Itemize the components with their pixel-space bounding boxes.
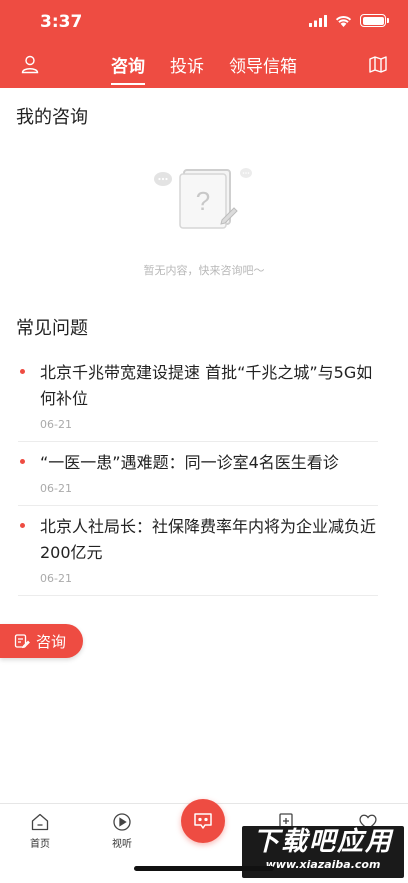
consult-button-label: 咨询 [36,632,67,651]
empty-state-text: 暂无内容，快来咨询吧～ [143,264,265,277]
status-icons [309,14,389,27]
consult-button[interactable]: 咨询 [0,624,83,658]
faq-item-date: 06-21 [40,418,72,431]
home-icon [31,813,49,831]
home-indicator [134,866,274,871]
tab-consult[interactable]: 咨询 [111,52,145,85]
message-icon [194,813,212,829]
tab-complaint[interactable]: 投诉 [170,52,204,83]
faq-item-date: 06-21 [40,572,72,585]
map-icon[interactable] [368,54,388,74]
faq-item-date: 06-21 [40,482,72,495]
tab-leader-mailbox[interactable]: 领导信箱 [229,52,297,83]
signal-icon [309,14,327,27]
faq-item[interactable]: 北京人社局长：社保降费率年内将为企业减负近200亿元 06-21 [18,506,378,596]
faq-item[interactable]: “一医一患”遇难题：同一诊室4名医生看诊 06-21 [18,442,378,506]
center-message-button[interactable] [181,799,225,843]
faq-item-title: “一医一患”遇难题：同一诊室4名医生看诊 [40,453,339,472]
faq-title: 常见问题 [16,318,88,339]
play-icon [113,813,131,831]
faq-item-title: 北京人社局长：社保降费率年内将为企业减负近200亿元 [40,517,377,562]
svg-text:?: ? [196,186,210,216]
status-time: 3:37 [40,12,83,32]
empty-state: ? 暂无内容，快来咨询吧～ [0,162,408,282]
nav-item-video[interactable]: 视听 [92,812,152,850]
nav-label: 首页 [30,839,50,850]
nav-item-home[interactable]: 首页 [10,812,70,850]
my-consult-title: 我的咨询 [16,107,88,128]
faq-list: 北京千兆带宽建设提速 首批“千兆之城”与5G如何补位 06-21 “一医一患”遇… [18,352,378,596]
edit-icon [14,634,30,649]
header-tabs: 咨询 投诉 领导信箱 [0,52,408,85]
battery-icon [360,14,389,27]
watermark-text: 下载吧应用 [252,827,393,857]
faq-item[interactable]: 北京千兆带宽建设提速 首批“千兆之城”与5G如何补位 06-21 [18,352,378,442]
top-header: 3:37 咨询 投诉 领导信箱 [0,0,408,88]
nav-label: 视听 [112,839,132,850]
faq-item-title: 北京千兆带宽建设提速 首批“千兆之城”与5G如何补位 [40,363,373,408]
empty-document-icon: ? [154,168,252,229]
wifi-icon [335,15,352,27]
